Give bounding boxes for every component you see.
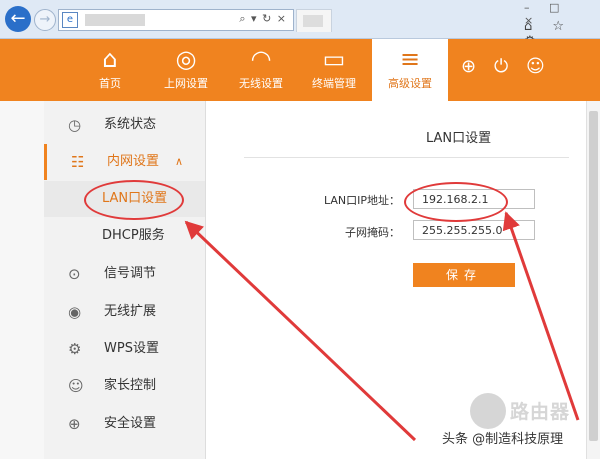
subnet-mask-input[interactable]: 255.255.255.0 xyxy=(413,220,535,240)
nav-label: 上网设置 xyxy=(164,77,208,90)
address-bar[interactable]: e ⌕ ▾ ↻ × xyxy=(58,9,294,31)
nav-wireless-settings[interactable]: ◠ 无线设置 xyxy=(232,39,290,101)
nav-label: 终端管理 xyxy=(312,77,356,90)
nav-internet-settings[interactable]: ◎ 上网设置 xyxy=(156,39,216,101)
network-icon: ☷ xyxy=(71,153,85,171)
sidebar-item-label: 安全设置 xyxy=(104,416,157,431)
sidebar-edge xyxy=(0,101,44,459)
browser-tab[interactable] xyxy=(296,9,332,32)
nav-home[interactable]: ⌂ 首页 xyxy=(88,39,132,101)
nav-device-management[interactable]: ▭ 终端管理 xyxy=(304,39,364,101)
nav-advanced-settings[interactable]: ≡ 高级设置 xyxy=(372,39,448,101)
nav-label: 首页 xyxy=(99,77,121,90)
user-icon[interactable]: ☺ xyxy=(526,56,545,77)
globe-icon: ◎ xyxy=(175,45,197,73)
gear-icon: ⚙ xyxy=(68,340,82,358)
nav-label: 高级设置 xyxy=(388,77,432,90)
power-icon[interactable]: ⏻ xyxy=(494,56,508,77)
forward-arrow-icon[interactable]: → xyxy=(34,9,56,31)
subnet-mask-label: 子网掩码： xyxy=(345,226,400,239)
sidebar-item-wps[interactable]: ⚙ WPS设置 xyxy=(44,331,205,367)
shield-plus-icon[interactable]: ⊕ xyxy=(461,56,476,77)
watermark-caption: 头条 @制造科技原理 xyxy=(442,432,564,447)
back-arrow-icon[interactable]: ← xyxy=(5,6,31,32)
sidebar-item-system-status[interactable]: ◷ 系统状态 xyxy=(44,107,205,143)
sidebar-item-lan-settings[interactable]: ☷ 内网设置 ∧ xyxy=(44,144,208,180)
devices-icon: ▭ xyxy=(322,45,346,73)
shield-icon: ⊕ xyxy=(68,415,81,433)
sidebar-item-label: 家长控制 xyxy=(104,378,157,393)
home-icon: ⌂ xyxy=(102,45,118,73)
sidebar-item-label: 内网设置 xyxy=(107,154,160,169)
sidebar-item-label: 信号调节 xyxy=(104,266,157,281)
scrollbar-thumb[interactable] xyxy=(589,111,598,441)
ie-page-icon: e xyxy=(62,12,78,28)
sidebar-item-label: 系统状态 xyxy=(104,117,157,132)
signal-icon: ⊙ xyxy=(68,265,81,283)
sliders-icon: ≡ xyxy=(399,45,421,73)
sidebar-item-security[interactable]: ⊕ 安全设置 xyxy=(44,406,205,442)
sidebar-item-signal[interactable]: ⊙ 信号调节 xyxy=(44,256,205,292)
save-button[interactable]: 保存 xyxy=(413,263,515,287)
nav-label: 无线设置 xyxy=(239,77,283,90)
clock-icon: ◷ xyxy=(68,116,82,134)
user-icon: ☺ xyxy=(68,377,84,395)
sidebar-item-parental-control[interactable]: ☺ 家长控制 xyxy=(44,368,205,404)
page-title: LAN口设置 xyxy=(426,131,492,146)
annotation-ellipse-ip-field xyxy=(404,182,508,222)
wifi-icon: ◠ xyxy=(250,45,272,73)
router-header: ⌂ 首页 ◎ 上网设置 ◠ 无线设置 ▭ 终端管理 ≡ 高级设置 ⊕ ⏻ ☺ xyxy=(0,39,600,101)
lan-ip-label: LAN口IP地址： xyxy=(323,194,400,207)
blurred-url xyxy=(85,14,145,26)
title-divider xyxy=(244,157,569,158)
watermark-brand: 路由器 xyxy=(510,401,571,423)
sidebar-item-label: DHCP服务 xyxy=(102,228,165,243)
sidebar-item-wireless-extend[interactable]: ◉ 无线扩展 xyxy=(44,294,205,330)
sidebar-item-label: 无线扩展 xyxy=(104,304,157,319)
sidebar-item-label: WPS设置 xyxy=(104,341,159,356)
annotation-ellipse-lan-item xyxy=(84,180,184,220)
repeater-icon: ◉ xyxy=(68,303,82,321)
blurred-tab-title xyxy=(303,15,323,27)
watermark-logo xyxy=(470,393,506,429)
chevron-up-icon: ∧ xyxy=(175,155,184,168)
scrollbar[interactable] xyxy=(586,101,600,459)
browser-toolbar: ← → e ⌕ ▾ ↻ × – □ × ⌂ ☆ ⚙ xyxy=(0,0,600,49)
sidebar-subitem-dhcp[interactable]: DHCP服务 xyxy=(44,218,205,254)
address-bar-controls[interactable]: ⌕ ▾ ↻ × xyxy=(239,12,287,26)
